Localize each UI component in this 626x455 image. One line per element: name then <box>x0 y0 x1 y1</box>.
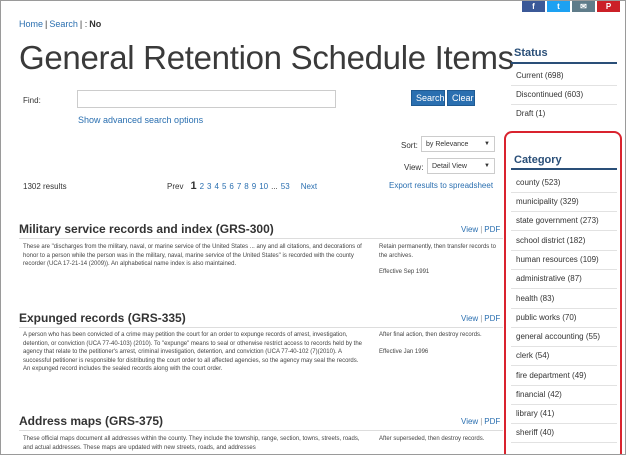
pager-ellipsis: ... <box>271 182 278 191</box>
record-view-link[interactable]: View <box>461 314 478 323</box>
find-input[interactable] <box>77 90 336 108</box>
status-item-discontinued[interactable]: Discontinued (603) <box>516 90 583 99</box>
chevron-down-icon: ▼ <box>484 163 490 169</box>
breadcrumb-separator: | : <box>79 19 88 29</box>
page-frame: f t ✉ P Home | Search | : No General Retenti… <box>0 0 626 455</box>
results-count: 1302 results <box>23 182 67 191</box>
breadcrumb-current: No <box>89 19 102 29</box>
facebook-icon[interactable]: f <box>522 1 545 12</box>
pager-current: 1 <box>190 180 197 192</box>
breadcrumb-home[interactable]: Home <box>19 19 43 29</box>
mail-icon[interactable]: ✉ <box>572 1 595 12</box>
record-divider <box>19 430 503 431</box>
record-action: After final action, then destroy records… <box>379 332 482 338</box>
status-item-current[interactable]: Current (698) <box>516 71 564 80</box>
record-description: These are "discharges from the military,… <box>23 244 362 267</box>
record-action: After superseded, then destroy records. <box>379 436 485 442</box>
pager-page[interactable]: 6 <box>229 182 233 191</box>
record-description: These official maps document all address… <box>23 436 360 451</box>
social-bar: f t ✉ P <box>522 1 622 12</box>
find-label: Find: <box>23 96 41 105</box>
sort-value: by Relevance <box>426 140 469 148</box>
view-value: Detail View <box>432 162 467 170</box>
pager-page[interactable]: 8 <box>244 182 248 191</box>
pager-page[interactable]: 2 <box>200 182 204 191</box>
pager-page[interactable]: 4 <box>214 182 218 191</box>
record-action: Retain permanently, then transfer record… <box>379 244 496 259</box>
divider: | <box>480 314 483 323</box>
record-title[interactable]: Military service records and index (GRS-… <box>19 222 274 236</box>
record-divider <box>19 238 503 239</box>
record-divider <box>19 327 503 328</box>
record-view-link[interactable]: View <box>461 225 478 234</box>
divider: | <box>480 417 483 426</box>
clear-button[interactable]: Clear <box>447 90 475 106</box>
record-title[interactable]: Address maps (GRS-375) <box>19 414 163 428</box>
status-rule <box>511 62 617 64</box>
record-description: A person who has been convicted of a cri… <box>23 332 362 372</box>
pager-page[interactable]: 9 <box>252 182 256 191</box>
advanced-search-link[interactable]: Show advanced search options <box>78 115 203 125</box>
breadcrumb: Home | Search | : No <box>19 19 101 29</box>
category-highlight <box>504 131 622 454</box>
status-title: Status <box>514 47 548 59</box>
record-pdf-link[interactable]: PDF <box>484 314 500 323</box>
sidebar-divider <box>511 85 617 86</box>
record-links: View | PDF <box>461 417 500 426</box>
export-link[interactable]: Export results to spreadsheet <box>389 181 493 190</box>
record-links: View | PDF <box>461 314 500 323</box>
view-label: View: <box>404 163 424 172</box>
view-select[interactable]: Detail View ▼ <box>427 158 495 174</box>
pager-page[interactable]: 7 <box>237 182 241 191</box>
pager-page[interactable]: 5 <box>222 182 226 191</box>
record-links: View | PDF <box>461 225 500 234</box>
record-pdf-link[interactable]: PDF <box>484 417 500 426</box>
sort-label: Sort: <box>401 141 418 150</box>
record-effective: Effective Jan 1996 <box>379 349 429 355</box>
status-item-draft[interactable]: Draft (1) <box>516 109 545 118</box>
pinterest-icon[interactable]: P <box>597 1 620 12</box>
pagination: Prev 1 2 3 4 5 6 7 8 9 10 ... 53 Next <box>167 180 317 192</box>
chevron-down-icon: ▼ <box>484 141 490 147</box>
search-button[interactable]: Search <box>411 90 445 106</box>
breadcrumb-search[interactable]: Search <box>49 19 78 29</box>
pager-page[interactable]: 3 <box>207 182 211 191</box>
record-effective: Effective Sep 1991 <box>379 269 430 275</box>
pager-last[interactable]: 53 <box>281 182 290 191</box>
twitter-icon[interactable]: t <box>547 1 570 12</box>
pager-next[interactable]: Next <box>301 182 317 191</box>
page-title: General Retention Schedule Items <box>19 39 514 76</box>
record-pdf-link[interactable]: PDF <box>484 225 500 234</box>
record-view-link[interactable]: View <box>461 417 478 426</box>
sidebar-divider <box>511 104 617 105</box>
breadcrumb-separator: | <box>45 19 48 29</box>
pager-prev: Prev <box>167 182 184 191</box>
sort-select[interactable]: by Relevance ▼ <box>421 136 495 152</box>
pager-page[interactable]: 10 <box>259 182 268 191</box>
divider: | <box>480 225 483 234</box>
record-title[interactable]: Expunged records (GRS-335) <box>19 311 186 325</box>
